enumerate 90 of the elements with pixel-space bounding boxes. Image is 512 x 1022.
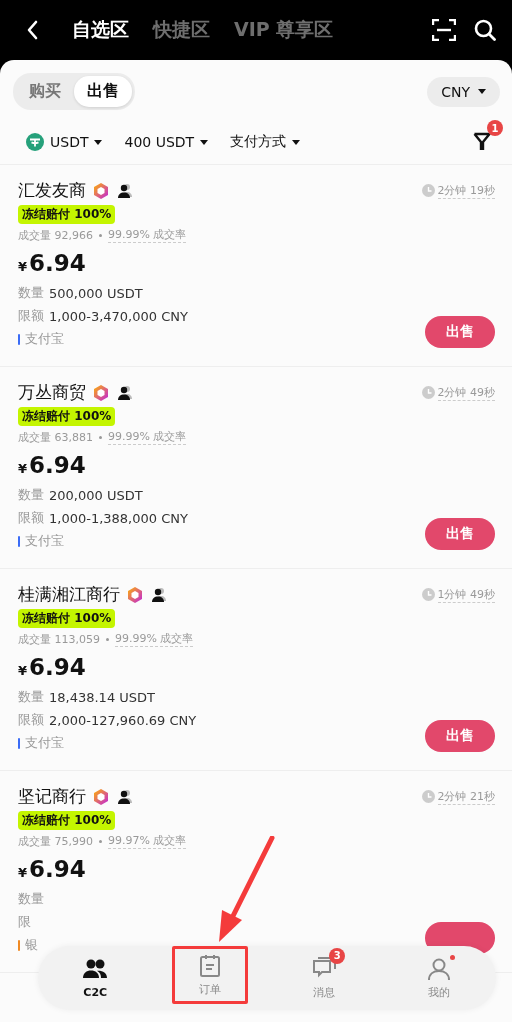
back-icon[interactable] (26, 20, 40, 40)
completion-rate: 99.99% 成交率 (108, 429, 187, 445)
hexagon-badge-icon (126, 585, 144, 604)
hexagon-badge-icon (92, 383, 110, 402)
clock-icon (421, 588, 435, 601)
buy-sell-toggle[interactable]: 购买 出售 (13, 73, 135, 110)
guarantee-tag: 冻结赔付 100% (18, 407, 116, 426)
response-time: 2分钟 49秒 (437, 384, 495, 401)
payment-method: 支付宝 (25, 734, 64, 752)
hexagon-badge-icon (92, 181, 110, 200)
separator-dot (99, 233, 102, 237)
sell-button[interactable]: 出售 (425, 518, 495, 550)
scan-icon[interactable] (432, 19, 456, 41)
separator-dot (99, 839, 102, 843)
quantity-value: 18,438.14 USDT (49, 689, 155, 705)
people-icon (116, 182, 134, 199)
trade-side-tab[interactable]: 出售 (74, 76, 132, 107)
sell-button[interactable]: 出售 (425, 720, 495, 752)
payment-method: 支付宝 (25, 330, 64, 348)
limit-label: 限额 (18, 509, 44, 527)
limit-label: 限额 (18, 711, 44, 729)
quantity-label: 数量 (18, 688, 44, 706)
tether-coin-icon (26, 133, 44, 151)
caret-icon (200, 139, 209, 145)
people-icon (116, 788, 134, 805)
separator-dot (99, 435, 102, 439)
nav-tab[interactable]: C2C (57, 949, 134, 1007)
clock-icon (421, 386, 435, 399)
filter-dropdown[interactable]: USDT (26, 133, 103, 151)
filter-dropdown[interactable]: 400 USDT (124, 133, 209, 151)
caret-icon (292, 139, 301, 145)
limit-label: 限 (18, 913, 31, 931)
people-icon (150, 586, 168, 603)
trade-count: 成交量 75,990 (18, 833, 93, 849)
caret-icon (478, 89, 486, 94)
trade-count: 成交量 63,881 (18, 429, 93, 445)
guarantee-tag: 冻结赔付 100% (18, 205, 116, 224)
person-icon (426, 956, 451, 981)
caret-icon (94, 139, 103, 145)
quantity-label: 数量 (18, 284, 44, 302)
sell-button[interactable]: 出售 (425, 316, 495, 348)
price-value: 6.94 (29, 250, 86, 276)
merchant-name[interactable]: 坚记商行 (18, 785, 86, 808)
guarantee-tag: 冻结赔付 100% (18, 609, 116, 628)
quantity-label: 数量 (18, 890, 44, 908)
clock-icon (421, 184, 435, 197)
search-icon[interactable] (474, 19, 496, 41)
filter-icon (473, 132, 491, 152)
quantity-label: 数量 (18, 486, 44, 504)
nav-tab[interactable]: 3 消息 (286, 948, 363, 1008)
response-time: 2分钟 21秒 (437, 788, 495, 805)
hexagon-badge-icon (92, 787, 110, 806)
currency-sign: ¥ (18, 461, 28, 476)
payment-method: 支付宝 (25, 532, 64, 550)
currency-dropdown[interactable]: CNY (427, 76, 500, 107)
completion-rate: 99.97% 成交率 (108, 833, 187, 849)
notification-badge: 3 (329, 947, 346, 964)
price-value: 6.94 (29, 452, 86, 478)
people-icon (116, 384, 134, 401)
trade-count: 成交量 113,059 (18, 631, 100, 647)
separator-dot (106, 637, 109, 641)
notification-badge: 1 (487, 120, 503, 136)
trade-side-tab[interactable]: 购买 (16, 76, 74, 107)
clipboard-icon (197, 953, 222, 978)
merchant-name[interactable]: 汇发友商 (18, 179, 86, 202)
currency-sign: ¥ (18, 663, 28, 678)
completion-rate: 99.99% 成交率 (108, 227, 187, 243)
limit-value: 1,000-1,388,000 CNY (49, 510, 188, 526)
merchant-name[interactable]: 万丛商贸 (18, 381, 86, 404)
guarantee-tag: 冻结赔付 100% (18, 811, 116, 830)
quantity-value: 500,000 USDT (49, 285, 143, 301)
clock-icon (421, 790, 435, 803)
currency-sign: ¥ (18, 865, 28, 880)
response-time: 1分钟 49秒 (437, 586, 495, 603)
merchant-name[interactable]: 桂满湘江商行 (18, 583, 120, 606)
price-value: 6.94 (29, 654, 86, 680)
limit-label: 限额 (18, 307, 44, 325)
zone-tab[interactable]: 快捷区 (153, 17, 210, 43)
filter-dropdown[interactable]: 支付方式 (230, 133, 301, 151)
limit-value: 1,000-3,470,000 CNY (49, 308, 188, 324)
quantity-value: 200,000 USDT (49, 487, 143, 503)
price-value: 6.94 (29, 856, 86, 882)
limit-value: 2,000-127,960.69 CNY (49, 712, 197, 728)
currency-sign: ¥ (18, 259, 28, 274)
zone-tab[interactable]: VIP 尊享区 (234, 17, 334, 43)
response-time: 2分钟 19秒 (437, 182, 495, 199)
payment-method: 银 (25, 936, 38, 954)
trade-count: 成交量 92,966 (18, 227, 93, 243)
completion-rate: 99.99% 成交率 (115, 631, 194, 647)
zone-tab[interactable]: 自选区 (72, 17, 129, 43)
